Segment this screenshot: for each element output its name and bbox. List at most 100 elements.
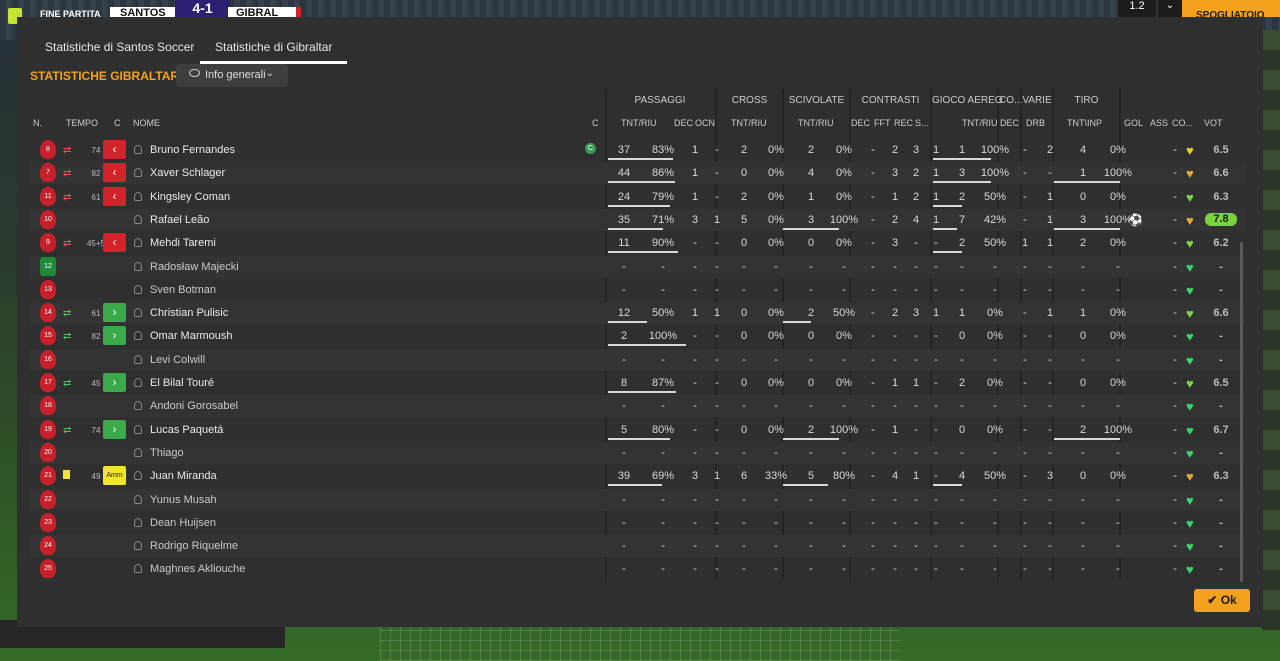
table-row[interactable]: 19 ⇄ 74 › Lucas Paquetá 5 80% - -0 0% 2 100% -1- -0 0%… bbox=[30, 419, 1245, 441]
column-header-c2[interactable]: C bbox=[592, 118, 599, 128]
player-name[interactable]: Rafael Leão bbox=[150, 214, 209, 226]
substitute-out-button[interactable]: ‹ bbox=[103, 163, 126, 183]
player-profile-icon[interactable] bbox=[134, 564, 142, 574]
player-name[interactable]: Dean Huijsen bbox=[150, 517, 216, 529]
table-row[interactable]: 20 Thiago - - - - - - - - - - - - - - - - - - - ♥ - bbox=[30, 441, 1245, 464]
column-header-tack-tnt[interactable]: TNT/RIU bbox=[798, 118, 834, 128]
player-name[interactable]: Bruno Fernandes bbox=[150, 144, 235, 156]
table-row[interactable]: 7 ⇄ 82 ‹ Xaver Schlager 44 86% 1-0 0% 4 0% -3 2 1 3 100… bbox=[30, 162, 1245, 185]
column-header-name[interactable]: NOME bbox=[133, 118, 160, 128]
contrasti-rec: - bbox=[914, 493, 918, 506]
table-row[interactable]: 25 Maghnes Akliouche - - - - - - - - - - - - - - - - - - - ♥ - bbox=[30, 558, 1245, 580]
column-header-pass-ocn[interactable]: OCN bbox=[695, 118, 715, 128]
substitute-in-button[interactable]: › bbox=[103, 373, 126, 392]
tackles-accuracy: 0% bbox=[836, 167, 852, 180]
column-header-time[interactable]: TEMPO bbox=[66, 118, 98, 128]
substitute-out-button[interactable]: ‹ bbox=[103, 186, 126, 206]
substitute-in-button[interactable]: › bbox=[103, 326, 126, 346]
player-name[interactable]: Sven Botman bbox=[150, 284, 216, 296]
column-header-co-dec[interactable]: DEC bbox=[1000, 118, 1019, 128]
player-profile-icon[interactable] bbox=[134, 191, 142, 201]
player-name[interactable]: Christian Pulisic bbox=[150, 307, 228, 319]
tackles-accuracy: 0% bbox=[836, 237, 852, 250]
column-header-pass-dec[interactable]: DEC bbox=[674, 118, 693, 128]
passes-accuracy: - bbox=[661, 516, 665, 529]
column-header-pass-tnt[interactable]: TNT/RIU bbox=[621, 118, 657, 128]
substitute-out-button[interactable]: ‹ bbox=[103, 140, 126, 159]
table-row[interactable]: 22 Yunus Musah - - - - - - - - - - - - - - - - - - - ♥ - bbox=[30, 488, 1245, 511]
table-row[interactable]: 16 Levi Colwill - - - - - - - - - - - - - - - - - - - ♥ - bbox=[30, 348, 1245, 371]
column-header-c[interactable]: C bbox=[114, 118, 121, 128]
collapse-button[interactable]: ⌄ bbox=[1158, 0, 1182, 17]
column-header-var-drb[interactable]: DRB bbox=[1026, 118, 1045, 128]
table-row[interactable]: 24 Rodrigo Riquelme - - - - - - - - - - - - - - - - - - - ♥ - bbox=[30, 535, 1245, 558]
table-row[interactable]: 17 ⇄ 45 › El Bilal Touré 8 87% - -0 0% 0 0% -1 1-2 0% -… bbox=[30, 372, 1245, 394]
player-name[interactable]: Maghnes Akliouche bbox=[150, 563, 245, 575]
table-row[interactable]: 23 Dean Huijsen - - - - - - - - - - - - - - - - - - - ♥ - bbox=[30, 512, 1245, 534]
ok-button[interactable]: ✔ Ok bbox=[1194, 589, 1250, 612]
column-header-air-tnt[interactable]: TNT/RIU bbox=[962, 118, 998, 128]
column-header-vot[interactable]: VOT bbox=[1204, 118, 1223, 128]
player-name[interactable]: Kingsley Coman bbox=[150, 191, 230, 203]
player-profile-icon[interactable] bbox=[134, 517, 142, 527]
scrollbar[interactable] bbox=[1240, 242, 1243, 582]
column-header-con-rec[interactable]: REC bbox=[894, 118, 913, 128]
table-row[interactable]: 11 ⇄ 61 ‹ Kingsley Coman 24 79% 1-2 0% 1 0% -1 2 1 2 50… bbox=[30, 186, 1245, 208]
passes-chances: - bbox=[715, 423, 719, 436]
column-header-num[interactable]: N. bbox=[33, 118, 42, 128]
table-row[interactable]: 21 49 Amm Juan Miranda 39 69% 3 1 6 33% 5 80% -4 1-4 5… bbox=[30, 465, 1245, 487]
player-name[interactable]: Xaver Schlager bbox=[150, 167, 225, 179]
shots-bar bbox=[1054, 181, 1120, 184]
player-profile-icon[interactable] bbox=[134, 145, 142, 154]
passes-bar bbox=[608, 484, 662, 487]
player-name[interactable]: Juan Miranda bbox=[150, 470, 217, 482]
player-profile-icon[interactable] bbox=[134, 214, 142, 224]
player-name[interactable]: El Bilal Touré bbox=[150, 377, 214, 389]
player-profile-icon[interactable] bbox=[134, 261, 142, 271]
player-name[interactable]: Lucas Paquetá bbox=[150, 424, 223, 436]
player-profile-icon[interactable] bbox=[134, 354, 142, 364]
player-name[interactable]: Mehdi Taremi bbox=[150, 237, 216, 249]
column-header-ass[interactable]: ASS bbox=[1150, 118, 1168, 128]
player-name[interactable]: Radosław Majecki bbox=[150, 261, 239, 273]
player-name[interactable]: Omar Marmoush bbox=[150, 330, 233, 342]
player-profile-icon[interactable] bbox=[134, 238, 142, 248]
column-header-con-s[interactable]: S... bbox=[915, 118, 929, 128]
column-header-shot-tnt[interactable]: TNT\INP bbox=[1067, 118, 1102, 128]
substitute-out-button[interactable]: ‹ bbox=[103, 233, 126, 253]
player-profile-icon[interactable] bbox=[134, 284, 142, 294]
player-profile-icon[interactable] bbox=[134, 541, 142, 551]
dressing-room-button[interactable]: SPOGLIATOIO bbox=[1182, 0, 1280, 21]
table-row[interactable]: 14 ⇄ 61 › Christian Pulisic 12 50% 1 1 0 0% 2 50% -2 3… bbox=[30, 302, 1245, 325]
player-profile-icon[interactable] bbox=[134, 424, 142, 434]
table-row[interactable]: 8 ⇄ 74 ‹ Bruno Fernandes C 37 83% 1-2 0% 2 0% -2 3 1 1 1… bbox=[30, 139, 1245, 161]
player-profile-icon[interactable] bbox=[134, 494, 142, 504]
table-row[interactable]: 15 ⇄ 82 › Omar Marmoush 2 100% - -0 0% 0 0% - - - -0 0% -… bbox=[30, 325, 1245, 347]
speed-control[interactable]: 1.2 bbox=[1118, 0, 1156, 17]
table-row[interactable]: 18 Andoni Gorosabel - - - - - - - - - - - - - - - - - - - ♥ - bbox=[30, 395, 1245, 418]
player-name[interactable]: Yunus Musah bbox=[150, 494, 217, 506]
player-profile-icon[interactable] bbox=[134, 447, 142, 457]
substitute-in-button[interactable]: › bbox=[103, 303, 126, 323]
table-row[interactable]: 9 ⇄ 45+5 ‹ Mehdi Taremi 11 90% - -0 0% 0 0% -3- -2 50%… bbox=[30, 232, 1245, 254]
table-row[interactable]: 13 Sven Botman - - - - - - - - - - - - - - - - - - - ♥ - bbox=[30, 279, 1245, 301]
column-header-gol[interactable]: GOL bbox=[1124, 118, 1143, 128]
column-header-con-fft[interactable]: FFT bbox=[874, 118, 891, 128]
table-row[interactable]: 12 Radosław Majecki - - - - - - - - - - - - - - - - - - - ♥ - bbox=[30, 255, 1245, 278]
player-profile-icon[interactable] bbox=[134, 308, 142, 318]
column-header-co[interactable]: CO... bbox=[1172, 118, 1193, 128]
player-name[interactable]: Levi Colwill bbox=[150, 354, 205, 366]
column-header-con-dec[interactable]: DEC bbox=[851, 118, 870, 128]
player-profile-icon[interactable] bbox=[134, 168, 142, 178]
player-profile-icon[interactable] bbox=[134, 471, 142, 481]
player-profile-icon[interactable] bbox=[134, 331, 142, 341]
player-name[interactable]: Thiago bbox=[150, 447, 184, 459]
column-header-cross-tnt[interactable]: TNT/RIU bbox=[731, 118, 767, 128]
player-name[interactable]: Andoni Gorosabel bbox=[150, 400, 238, 412]
player-profile-icon[interactable] bbox=[134, 401, 142, 411]
substitute-in-button[interactable]: › bbox=[103, 419, 126, 439]
player-name[interactable]: Rodrigo Riquelme bbox=[150, 540, 238, 552]
table-row[interactable]: 10 Rafael Leão 35 71% 3 1 5 0% 3 100% -2 4 1 7 42% -1 3 1… bbox=[30, 208, 1245, 231]
player-profile-icon[interactable] bbox=[134, 378, 142, 387]
shots-on-target: - bbox=[1116, 353, 1120, 366]
